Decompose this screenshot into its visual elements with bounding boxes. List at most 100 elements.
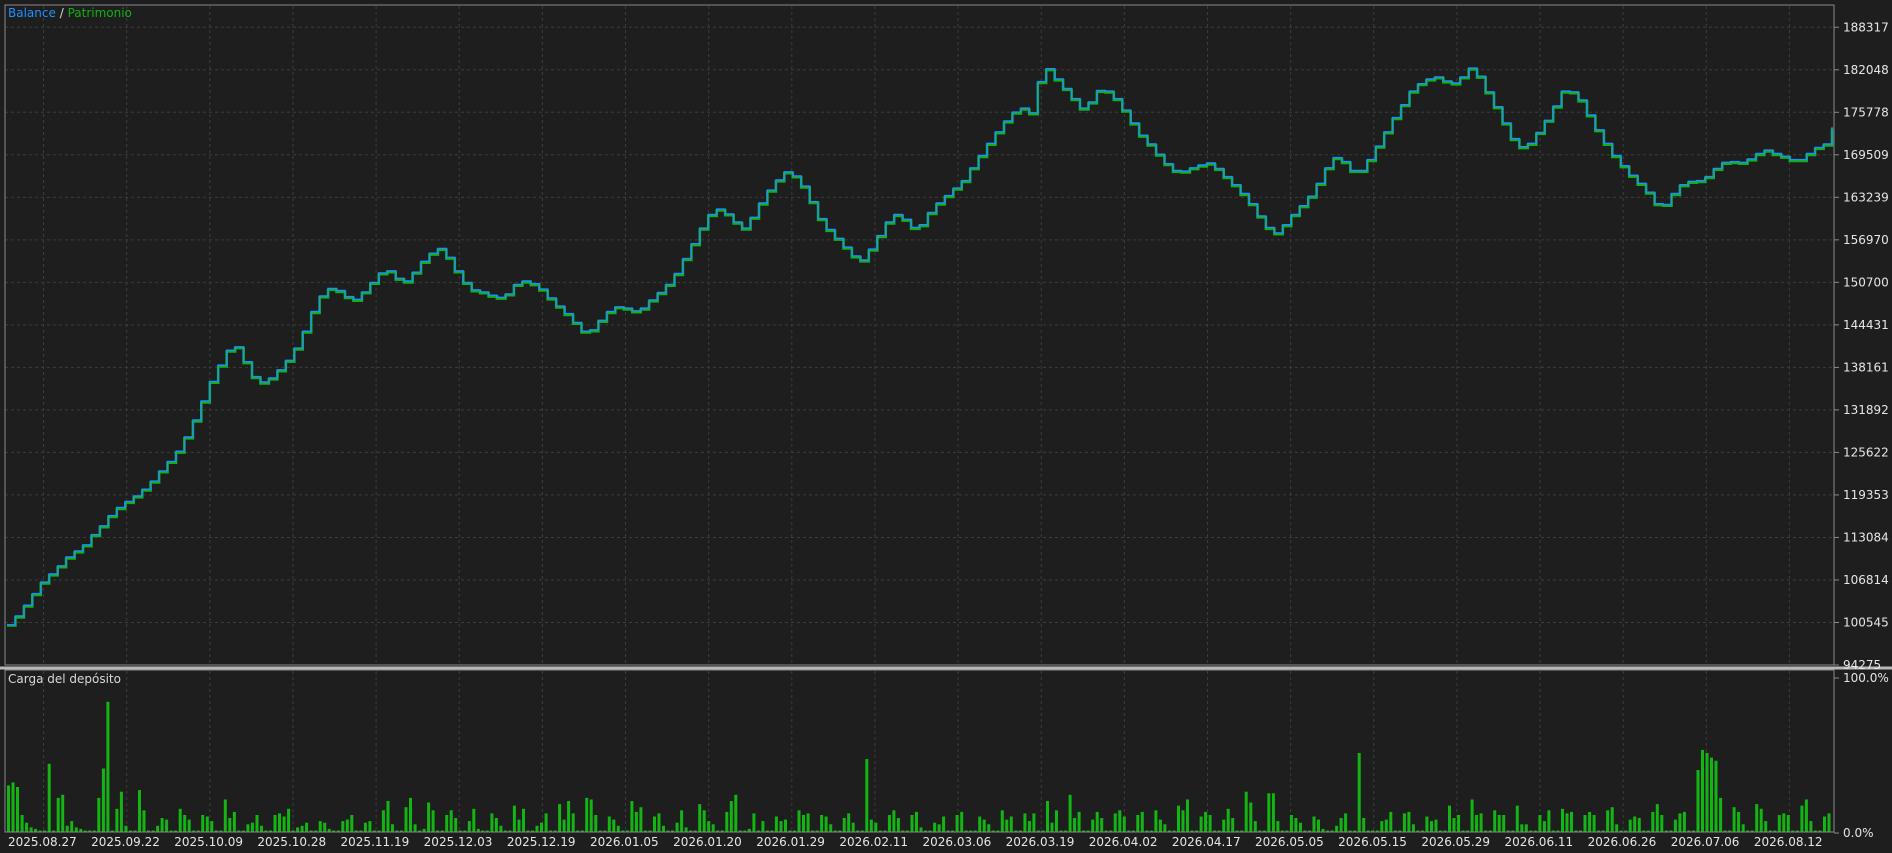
load-bar (1701, 749, 1704, 832)
load-bar (183, 815, 187, 832)
load-bar (1249, 802, 1253, 832)
date-label: 2026.02.11 (839, 835, 908, 849)
load-bar (1660, 815, 1664, 832)
load-bar (250, 822, 254, 832)
load-bar (589, 799, 593, 832)
y-tick-label: 125622 (1843, 445, 1889, 459)
load-bar (381, 810, 385, 832)
load-bar (820, 815, 824, 832)
load-bar (1023, 813, 1027, 832)
load-bar (1046, 801, 1049, 832)
load-bar (1154, 810, 1158, 832)
load-bar (1204, 811, 1208, 832)
load-bar (734, 794, 738, 832)
load-bar (1118, 810, 1122, 832)
load-bar (1678, 813, 1682, 832)
load-bar (1809, 821, 1813, 832)
load-bar (1696, 770, 1700, 832)
deposit-load-title: Carga del depósito (8, 672, 121, 686)
load-bar (1497, 815, 1501, 832)
load-bar (761, 821, 765, 832)
y-tick-label: 131892 (1843, 403, 1889, 417)
load-bar (363, 822, 367, 832)
load-bar (449, 810, 453, 832)
load-bar (612, 819, 616, 832)
load-bar (404, 807, 408, 832)
load-bar (20, 815, 24, 832)
load-bar (1673, 819, 1677, 832)
load-bar (115, 808, 119, 833)
y-tick-label: 163239 (1843, 190, 1889, 204)
date-label: 2026.05.15 (1338, 835, 1407, 849)
load-bar (896, 818, 900, 832)
load-bar (1357, 753, 1361, 832)
load-bar (1267, 793, 1271, 833)
date-label: 2026.06.11 (1504, 835, 1573, 849)
load-bar (1095, 811, 1099, 832)
load-bar (1524, 824, 1528, 833)
date-label: 2025.11.19 (341, 835, 410, 849)
load-bar (223, 799, 227, 832)
load-bar (1732, 807, 1736, 832)
load-bar (1755, 804, 1759, 832)
load-bar (594, 815, 598, 832)
date-label: 2026.04.02 (1089, 835, 1158, 849)
main-chart-legend: Balance / Patrimonio (8, 6, 132, 20)
load-bar (784, 819, 787, 832)
load-bar (942, 816, 946, 832)
load-bar (978, 816, 982, 832)
load-bar (1163, 824, 1167, 833)
load-bar (350, 815, 354, 832)
load-bar (892, 810, 896, 832)
load-bar (1122, 816, 1126, 832)
y-tick-label: 188317 (1843, 20, 1889, 34)
load-bar (910, 815, 914, 832)
load-bar (1804, 799, 1808, 832)
load-bar (56, 797, 60, 832)
load-bar (684, 827, 688, 832)
chart-background (0, 0, 1892, 853)
load-bar (318, 821, 322, 832)
load-bar (653, 816, 656, 832)
load-bar (16, 787, 19, 832)
load-bar (1452, 818, 1456, 832)
date-label: 2026.01.20 (673, 835, 742, 849)
y-tick-label: 169509 (1843, 148, 1889, 162)
load-bar (1741, 824, 1745, 833)
load-bar (296, 827, 300, 832)
load-bar (1682, 811, 1686, 832)
load-bar (1823, 816, 1826, 832)
y-tick-label: 150700 (1843, 275, 1889, 289)
load-bar (232, 811, 236, 832)
load-bar (1827, 813, 1831, 832)
date-label: 2026.05.29 (1421, 835, 1490, 849)
load-bar (101, 768, 105, 832)
load-bar (851, 822, 855, 832)
load-bar (160, 818, 164, 832)
load-bar (937, 824, 941, 833)
load-bar (544, 813, 548, 832)
y-tick-label: 106814 (1843, 573, 1889, 587)
load-bar (1299, 822, 1302, 832)
load-bar (25, 822, 29, 832)
load-bar (409, 797, 412, 832)
date-label: 2026.01.05 (590, 835, 659, 849)
load-bar (61, 794, 65, 832)
load-bar (278, 813, 281, 832)
load-bar (779, 821, 783, 832)
load-bar (1000, 810, 1004, 832)
load-bar (65, 825, 69, 832)
load-bar (165, 819, 169, 832)
load-bar (1547, 810, 1551, 832)
load-bar (824, 816, 828, 832)
load-bar (752, 813, 756, 832)
load-bar (1009, 816, 1013, 832)
load-bar (427, 802, 431, 832)
load-bar (806, 813, 810, 832)
load-bar (1073, 818, 1077, 832)
load-bar (562, 819, 566, 832)
load-bar (187, 819, 191, 832)
load-bar (1032, 813, 1036, 832)
load-bar (445, 815, 449, 832)
load-bar (616, 825, 620, 832)
